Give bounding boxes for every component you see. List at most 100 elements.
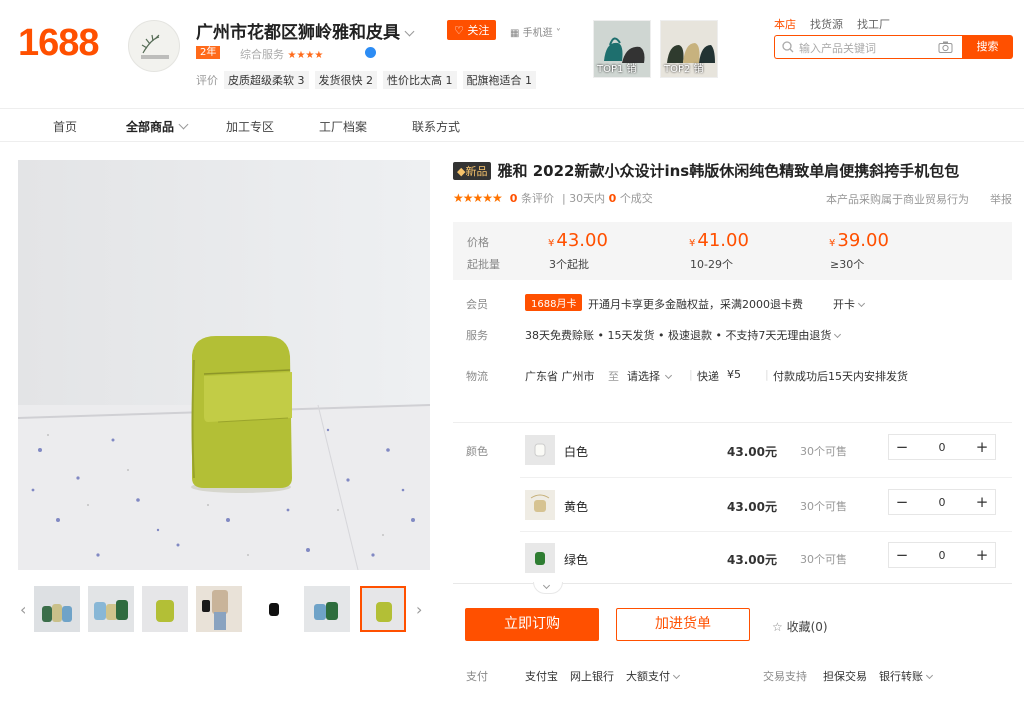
thumbnail[interactable] — [88, 586, 134, 632]
search-button[interactable]: 搜索 — [962, 35, 1013, 59]
add-to-cart-button[interactable]: 加进货单 — [616, 608, 750, 641]
quantity-input[interactable]: 0 — [915, 549, 969, 562]
thumbnail[interactable] — [196, 586, 242, 632]
chevron-left-icon[interactable]: ‹ — [20, 600, 26, 619]
price-label: 价格 — [467, 236, 489, 249]
decrement-button[interactable]: − — [889, 438, 915, 456]
star-icon: ☆ — [772, 620, 783, 634]
increment-button[interactable]: + — [969, 438, 995, 456]
nav-factory[interactable]: 工厂档案 — [319, 118, 367, 135]
thumbnail-selected[interactable] — [360, 586, 406, 632]
nav-home[interactable]: 首页 — [53, 118, 77, 135]
decrement-button[interactable]: − — [889, 493, 915, 511]
currency: ¥ — [548, 238, 555, 249]
thumbnail[interactable] — [304, 586, 350, 632]
follow-button[interactable]: ♡ 关注 — [447, 20, 497, 40]
mobile-link[interactable]: ▦ 手机逛 ˅ — [510, 24, 561, 39]
thumbnail[interactable] — [142, 586, 188, 632]
qr-icon: ▦ — [510, 28, 520, 39]
chevron-down-icon — [925, 671, 934, 680]
thumbnail[interactable] — [250, 586, 296, 632]
chevron-down-icon[interactable] — [404, 26, 415, 37]
product-main-image[interactable] — [18, 160, 430, 570]
row-divider — [520, 477, 1012, 478]
service-label: 服务 — [466, 329, 488, 342]
quantity-input[interactable]: 0 — [915, 496, 969, 509]
sku-name: 黄色 — [564, 500, 589, 514]
sku-name: 白色 — [564, 445, 589, 459]
chevron-right-icon[interactable]: › — [416, 600, 422, 619]
expand-sku-button[interactable] — [533, 581, 563, 594]
sku-price: 43.00元 — [727, 553, 777, 567]
buy-now-button[interactable]: 立即订购 — [465, 608, 599, 641]
ship-from: 广东省 广州市 — [525, 370, 595, 383]
decrement-button[interactable]: − — [889, 546, 915, 564]
divider: | — [765, 368, 769, 381]
trade-method-dropdown[interactable]: 银行转账 — [879, 668, 934, 684]
tab-find-source[interactable]: 找货源 — [810, 16, 843, 32]
camera-icon[interactable] — [938, 41, 953, 53]
review-tag[interactable]: 皮质超级柔软 3 — [224, 71, 309, 89]
shop-name-text[interactable]: 广州市花都区狮岭雅和皮具 — [196, 23, 400, 43]
increment-button[interactable]: + — [969, 546, 995, 564]
tier-price-value: 41.00 — [697, 230, 749, 251]
quantity-input[interactable]: 0 — [915, 441, 969, 454]
trade-method: 银行转账 — [879, 670, 923, 683]
payment-label: 支付 — [466, 670, 488, 683]
divider: | — [689, 368, 693, 381]
top2-product[interactable]: TOP2 销 — [660, 20, 718, 78]
sku-availability: 30个可售 — [800, 445, 847, 458]
rating-stars: ★★★★★ — [453, 191, 503, 205]
moq-label: 起批量 — [467, 258, 500, 271]
tab-find-factory[interactable]: 找工厂 — [857, 16, 890, 32]
shop-avatar[interactable] — [128, 20, 180, 72]
review-tags: 评价 皮质超级柔软 3 发货很快 2 性价比太高 1 配旗袍适合 1 — [196, 71, 536, 89]
service-text-value: 38天免费赊账 • 15天发货 • 极速退款 • 不支持7天无理由退货 — [525, 329, 832, 342]
sku-thumbnail[interactable] — [525, 490, 555, 520]
top1-product[interactable]: TOP1 销 — [593, 20, 651, 78]
row-divider — [520, 531, 1012, 532]
sku-thumbnail[interactable] — [525, 543, 555, 573]
review-tag[interactable]: 配旗袍适合 1 — [462, 71, 536, 89]
trade-support-label: 交易支持 — [763, 670, 807, 683]
biz-note: 本产品采购属于商业贸易行为 — [826, 193, 969, 206]
deal-count: 0 — [608, 192, 617, 205]
review-unit[interactable]: 条评价 — [521, 192, 554, 205]
shop-name[interactable]: 广州市花都区狮岭雅和皮具 — [196, 18, 415, 43]
site-logo[interactable]: 1688 — [18, 22, 100, 65]
nav-contact[interactable]: 联系方式 — [412, 118, 460, 135]
review-count[interactable]: 0 — [510, 192, 518, 205]
sku-price: 43.00元 — [727, 445, 777, 459]
increment-button[interactable]: + — [969, 493, 995, 511]
report-link[interactable]: 举报 — [990, 191, 1012, 207]
follow-label: 关注 — [467, 24, 490, 37]
nav-all-products[interactable]: 全部商品 — [126, 118, 189, 135]
verified-icon — [365, 47, 376, 58]
tab-store[interactable]: 本店 — [774, 16, 796, 32]
member-label: 会员 — [466, 298, 488, 311]
service-text[interactable]: 38天免费赊账 • 15天发货 • 极速退款 • 不支持7天无理由退货 — [525, 327, 842, 343]
years-badge: 2年 — [196, 46, 221, 59]
open-card-link[interactable]: 开卡 — [833, 296, 866, 312]
nav-processing[interactable]: 加工专区 — [226, 118, 274, 135]
chevron-down-icon — [672, 671, 681, 680]
favorite-label: 收藏(0) — [786, 620, 828, 634]
favorite-button[interactable]: ☆ 收藏(0) — [772, 618, 828, 635]
month-card-badge: 1688月卡 — [525, 294, 583, 311]
shop-nav: 首页 全部商品 加工专区 工厂档案 联系方式 — [0, 108, 1024, 142]
currency: ¥ — [689, 238, 696, 249]
tier-qty: 3个起批 — [549, 258, 589, 271]
sku-thumbnail[interactable] — [525, 435, 555, 465]
review-tag[interactable]: 性价比太高 1 — [383, 71, 457, 89]
top1-label: TOP1 销 — [597, 64, 637, 75]
top2-label: TOP2 销 — [664, 64, 704, 75]
pay-method-dropdown[interactable]: 大额支付 — [626, 668, 681, 684]
thumbnail[interactable] — [34, 586, 80, 632]
thumbnail-strip: ‹ › — [18, 584, 430, 634]
search-input[interactable]: 输入产品关键词 — [774, 35, 962, 59]
express-fee: ¥5 — [727, 368, 741, 381]
review-tag[interactable]: 发货很快 2 — [314, 71, 377, 89]
ship-to-select-label: 请选择 — [627, 370, 660, 383]
tier-price: ¥39.00 — [829, 230, 889, 251]
ship-to-select[interactable]: 请选择 — [627, 368, 673, 384]
